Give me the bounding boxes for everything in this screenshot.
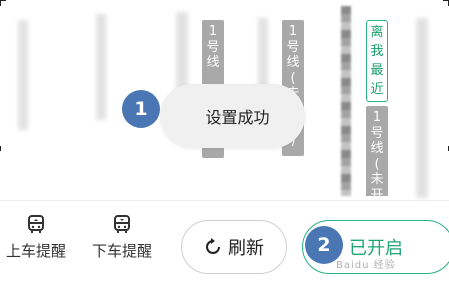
step-number: 1	[134, 98, 148, 120]
route-label[interactable]: 1 号 线 ( 未 开	[366, 106, 388, 203]
crop-mark	[443, 0, 449, 6]
bottom-bar-divider	[0, 200, 449, 201]
route-char: (	[290, 70, 296, 86]
board-alert-button[interactable]: 上车提醒	[0, 214, 72, 261]
badge-char: 最	[370, 63, 384, 78]
toast-text: 设置成功	[205, 108, 270, 127]
blurred-stop-name	[96, 14, 106, 120]
bus-up-icon	[28, 215, 44, 233]
refresh-icon	[206, 238, 220, 254]
route-char: 号	[206, 39, 220, 55]
crop-mark	[0, 0, 6, 6]
crop-mark	[443, 146, 449, 151]
badge-char: 近	[370, 82, 384, 97]
crop-mark	[0, 146, 6, 151]
bus-down-icon	[114, 215, 130, 233]
route-char: (	[374, 156, 380, 172]
current-stop-marker	[341, 6, 351, 196]
nearest-stop-badge: 离 我 最 近	[366, 20, 388, 102]
watermark: Baidu 经验	[336, 260, 396, 271]
route-char: 线	[206, 55, 220, 70]
success-toast: 设置成功	[160, 84, 305, 148]
step-marker-1: 1	[122, 90, 160, 128]
route-char: 1	[288, 24, 298, 39]
badge-char: 我	[370, 44, 384, 59]
route-char: 线	[370, 141, 384, 156]
blurred-stop-name	[18, 20, 28, 130]
route-char: 1	[208, 24, 218, 39]
bus-route-screen: 1 号 线 1 号 线 ( 未 开 通 ) 离 我 最 近 1 号 线 ( 未 …	[0, 0, 449, 298]
board-alert-label: 上车提醒	[5, 242, 66, 260]
refresh-label: 刷新	[228, 238, 264, 259]
blurred-stop-name	[416, 18, 428, 198]
route-char: 号	[286, 39, 300, 55]
refresh-button[interactable]: 刷新	[181, 220, 287, 274]
alight-alert-label: 下车提醒	[91, 242, 152, 260]
step-number: 2	[317, 234, 331, 256]
route-char: 未	[370, 172, 384, 187]
badge-char: 离	[370, 25, 384, 40]
route-char: 号	[370, 125, 384, 141]
alight-alert-button[interactable]: 下车提醒	[86, 214, 158, 261]
route-char: 1	[372, 110, 382, 125]
route-char: 线	[286, 55, 300, 70]
